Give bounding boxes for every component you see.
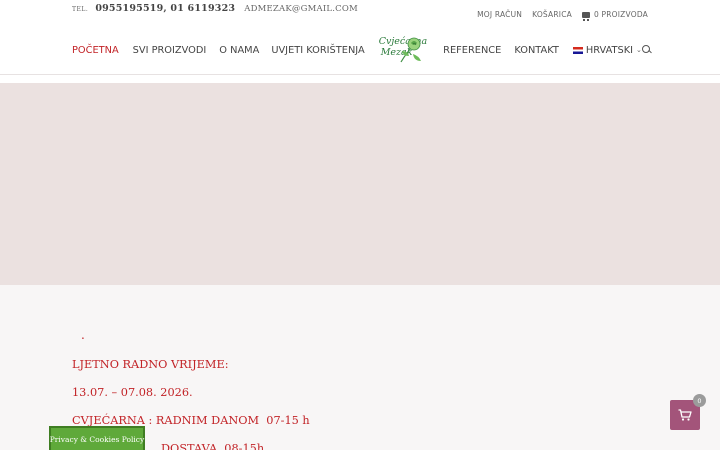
- cart-icon: [678, 409, 692, 421]
- notice-delivery-hours: DOSTAVA 08-15h: [161, 442, 265, 450]
- notice-dates: 13.07. – 07.08. 2026.: [72, 386, 193, 399]
- cart-count-link[interactable]: 0 PROIZVODA: [581, 10, 648, 21]
- phone-numbers[interactable]: 0955195519, 01 6119323: [95, 3, 235, 14]
- search-icon[interactable]: [641, 45, 651, 55]
- nav-item-products[interactable]: SVI PROIZVODI: [133, 45, 207, 56]
- nav-item-about[interactable]: O NAMA: [219, 45, 259, 56]
- email-address[interactable]: ADMEZAK@GMAIL.COM: [244, 4, 358, 14]
- site-logo[interactable]: Cvjećarna Mezak: [377, 32, 429, 68]
- nav-item-references[interactable]: REFERENCE: [443, 45, 501, 56]
- top-links: MOJ RAČUN KOŠARICA 0 PROIZVODA: [477, 10, 648, 21]
- top-bar: TEL. 0955195519, 01 6119323 ADMEZAK@GMAI…: [0, 0, 720, 28]
- language-switcher[interactable]: HRVATSKI ⌄: [572, 44, 642, 56]
- hero-banner: [0, 83, 720, 285]
- cart-count-badge: 0: [693, 394, 706, 407]
- my-account-link[interactable]: MOJ RAČUN: [477, 10, 522, 19]
- content-dot: .: [81, 328, 85, 342]
- tel-label: TEL.: [72, 6, 89, 13]
- cart-count-label: 0 PROIZVODA: [593, 10, 648, 19]
- nav-item-home[interactable]: POČETNA: [72, 45, 119, 56]
- cart-icon: [581, 11, 590, 21]
- nav-item-contact[interactable]: KONTAKT: [514, 45, 559, 56]
- flag-croatia-icon: [572, 46, 583, 54]
- rose-icon: [400, 37, 422, 63]
- floating-cart-button[interactable]: 0: [670, 394, 706, 430]
- language-label: HRVATSKI: [585, 44, 634, 56]
- contact-info: TEL. 0955195519, 01 6119323 ADMEZAK@GMAI…: [72, 3, 358, 14]
- nav-item-terms[interactable]: UVJETI KORIŠTENJA: [271, 45, 364, 56]
- basket-link[interactable]: KOŠARICA: [532, 10, 572, 19]
- privacy-cookies-button[interactable]: Privacy & Cookies Policy: [49, 426, 145, 450]
- header-divider: [0, 74, 720, 75]
- notice-heading: LJETNO RADNO VRIJEME:: [72, 358, 229, 371]
- main-navigation: POČETNA SVI PROIZVODI O NAMA UVJETI KORI…: [72, 32, 651, 68]
